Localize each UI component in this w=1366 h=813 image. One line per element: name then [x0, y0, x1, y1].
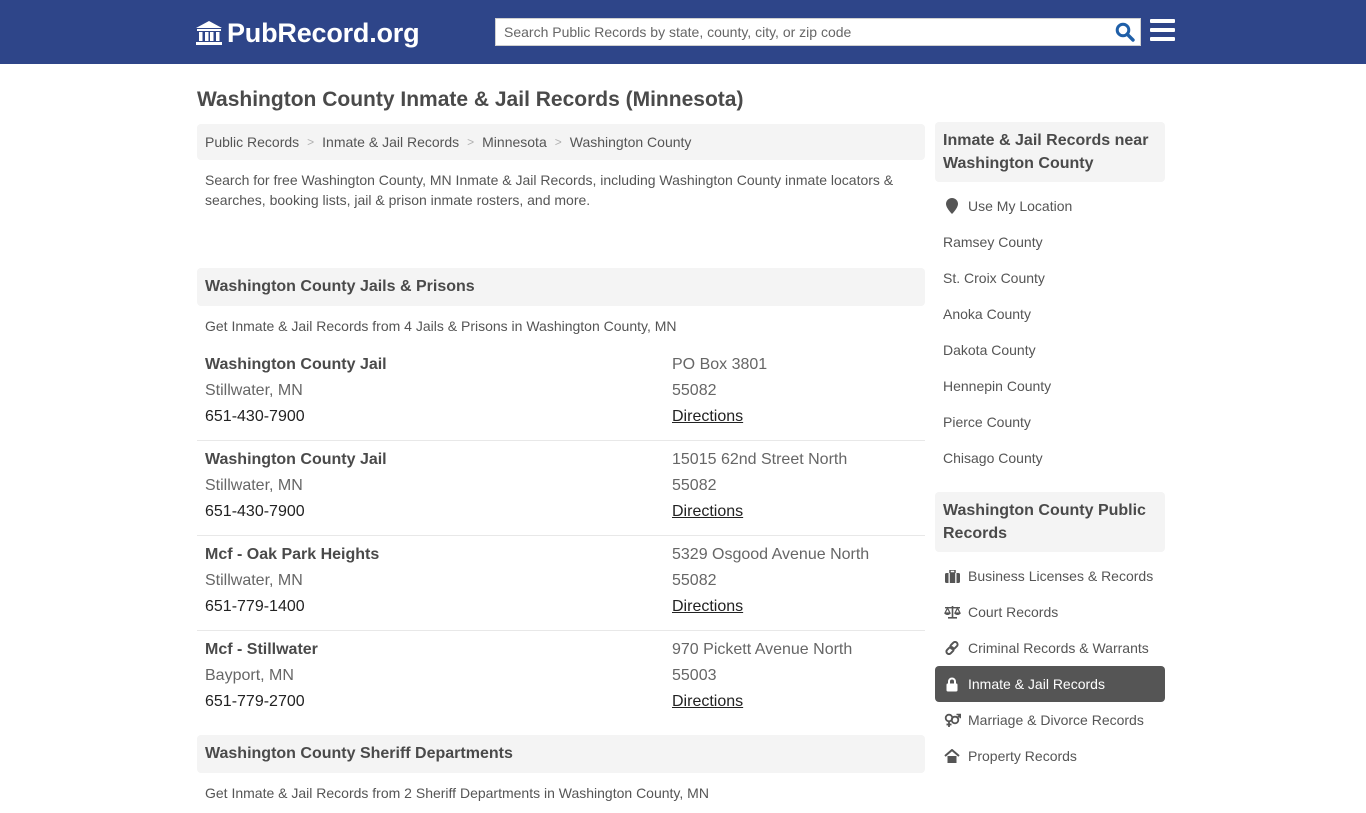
logo-text: PubRecord.org	[227, 17, 420, 48]
hamburger-menu-icon	[1150, 19, 1175, 41]
facility-city: Bayport, MN	[205, 667, 294, 684]
sidebar-county-records-title: Washington County Public Records	[935, 492, 1165, 552]
nearby-county-link[interactable]: Pierce County	[935, 404, 1165, 440]
scales-icon	[943, 604, 961, 620]
facility-name: Washington County Jail	[205, 451, 387, 468]
facility-list: Washington County Jail Stillwater, MN 65…	[197, 346, 925, 735]
breadcrumb-separator: >	[467, 135, 475, 149]
sidebar-item-property-records[interactable]: Property Records	[935, 738, 1165, 774]
facility-zip: 55082	[672, 477, 717, 494]
facility-phone[interactable]: 651-779-2700	[205, 689, 672, 715]
page-title: Washington County Inmate & Jail Records …	[197, 88, 744, 111]
gender-symbols-icon	[943, 712, 961, 728]
county-records-list: Business Licenses & Records Court Record…	[935, 552, 1165, 790]
sidebar-item-label: Business Licenses & Records	[968, 568, 1154, 584]
facility-row: Mcf - Stillwater Bayport, MN 651-779-270…	[197, 631, 925, 735]
nearby-county-link[interactable]: St. Croix County	[935, 260, 1165, 296]
sidebar-item-court-records[interactable]: Court Records	[935, 594, 1165, 630]
nearby-county-link[interactable]: Dakota County	[935, 332, 1165, 368]
sidebar-item-marriage-divorce[interactable]: Marriage & Divorce Records	[935, 702, 1165, 738]
site-logo[interactable]: PubRecord.org	[195, 16, 420, 50]
facility-address: PO Box 3801	[672, 356, 768, 373]
facility-zip: 55082	[672, 382, 717, 399]
facility-phone[interactable]: 651-430-7900	[205, 404, 672, 430]
facility-name: Washington County Jail	[205, 356, 387, 373]
facility-name: Mcf - Oak Park Heights	[205, 546, 380, 563]
sidebar-item-label: Court Records	[968, 604, 1059, 620]
sidebar-item-criminal-records[interactable]: Criminal Records & Warrants	[935, 630, 1165, 666]
nearby-county-link[interactable]: Anoka County	[935, 296, 1165, 332]
facility-city: Stillwater, MN	[205, 572, 303, 589]
breadcrumb-minnesota[interactable]: Minnesota	[482, 134, 547, 150]
sidebar-item-label: Criminal Records & Warrants	[968, 640, 1149, 656]
facility-phone[interactable]: 651-430-7900	[205, 499, 672, 525]
section-subtitle: Get Inmate & Jail Records from 2 Sheriff…	[205, 785, 709, 801]
breadcrumb-washington-county[interactable]: Washington County	[570, 134, 692, 150]
facility-phone[interactable]: 651-779-1400	[205, 594, 672, 620]
use-my-location-link[interactable]: Use My Location	[935, 188, 1165, 224]
search-icon	[1115, 22, 1135, 42]
main-content: Public Records > Inmate & Jail Records >…	[197, 124, 925, 813]
menu-button[interactable]	[1150, 19, 1175, 43]
sidebar-item-label: Marriage & Divorce Records	[968, 712, 1144, 728]
section-subtitle: Get Inmate & Jail Records from 4 Jails &…	[205, 318, 677, 334]
directions-link[interactable]: Directions	[672, 408, 743, 425]
facility-address: 970 Pickett Avenue North	[672, 641, 853, 658]
facility-city: Stillwater, MN	[205, 477, 303, 494]
home-icon	[943, 748, 961, 764]
nearby-county-link[interactable]: Hennepin County	[935, 368, 1165, 404]
search-button[interactable]	[1110, 19, 1140, 45]
lock-icon	[943, 676, 961, 692]
directions-link[interactable]: Directions	[672, 598, 743, 615]
sidebar-nearby-title: Inmate & Jail Records near Washington Co…	[935, 122, 1165, 182]
facility-city: Stillwater, MN	[205, 382, 303, 399]
facility-row: Washington County Jail Stillwater, MN 65…	[197, 346, 925, 441]
search-input[interactable]	[496, 19, 1110, 45]
map-marker-icon	[943, 198, 961, 214]
sidebar-item-business-licenses[interactable]: Business Licenses & Records	[935, 558, 1165, 594]
breadcrumb: Public Records > Inmate & Jail Records >…	[197, 124, 925, 160]
search-bar	[495, 18, 1141, 46]
nearby-county-link[interactable]: Ramsey County	[935, 224, 1165, 260]
sidebar-item-label: Use My Location	[968, 198, 1073, 214]
link-icon	[943, 640, 961, 656]
top-navbar: PubRecord.org	[0, 0, 1366, 64]
breadcrumb-separator: >	[554, 135, 562, 149]
courthouse-icon	[196, 21, 222, 45]
nearby-list: Use My Location Ramsey County St. Croix …	[935, 182, 1165, 492]
facility-zip: 55003	[672, 667, 717, 684]
sidebar-item-inmate-jail-records[interactable]: Inmate & Jail Records	[935, 666, 1165, 702]
facility-row: Washington County Jail Stillwater, MN 65…	[197, 441, 925, 536]
facility-name: Mcf - Stillwater	[205, 641, 318, 658]
sidebar-item-label: Inmate & Jail Records	[968, 676, 1105, 692]
intro-text: Search for free Washington County, MN In…	[205, 172, 894, 208]
facility-row: Mcf - Oak Park Heights Stillwater, MN 65…	[197, 536, 925, 631]
facility-address: 15015 62nd Street North	[672, 451, 848, 468]
sidebar: Inmate & Jail Records near Washington Co…	[935, 122, 1165, 790]
breadcrumb-public-records[interactable]: Public Records	[205, 134, 299, 150]
directions-link[interactable]: Directions	[672, 503, 743, 520]
section-title-sheriff-departments: Washington County Sheriff Departments	[197, 735, 925, 773]
breadcrumb-inmate-jail-records[interactable]: Inmate & Jail Records	[322, 134, 459, 150]
breadcrumb-separator: >	[307, 135, 315, 149]
briefcase-icon	[943, 568, 961, 584]
sidebar-item-label: Property Records	[968, 748, 1077, 764]
section-title-jails-prisons: Washington County Jails & Prisons	[197, 268, 925, 306]
directions-link[interactable]: Directions	[672, 693, 743, 710]
facility-address: 5329 Osgood Avenue North	[672, 546, 870, 563]
nearby-county-link[interactable]: Chisago County	[935, 440, 1165, 476]
facility-zip: 55082	[672, 572, 717, 589]
